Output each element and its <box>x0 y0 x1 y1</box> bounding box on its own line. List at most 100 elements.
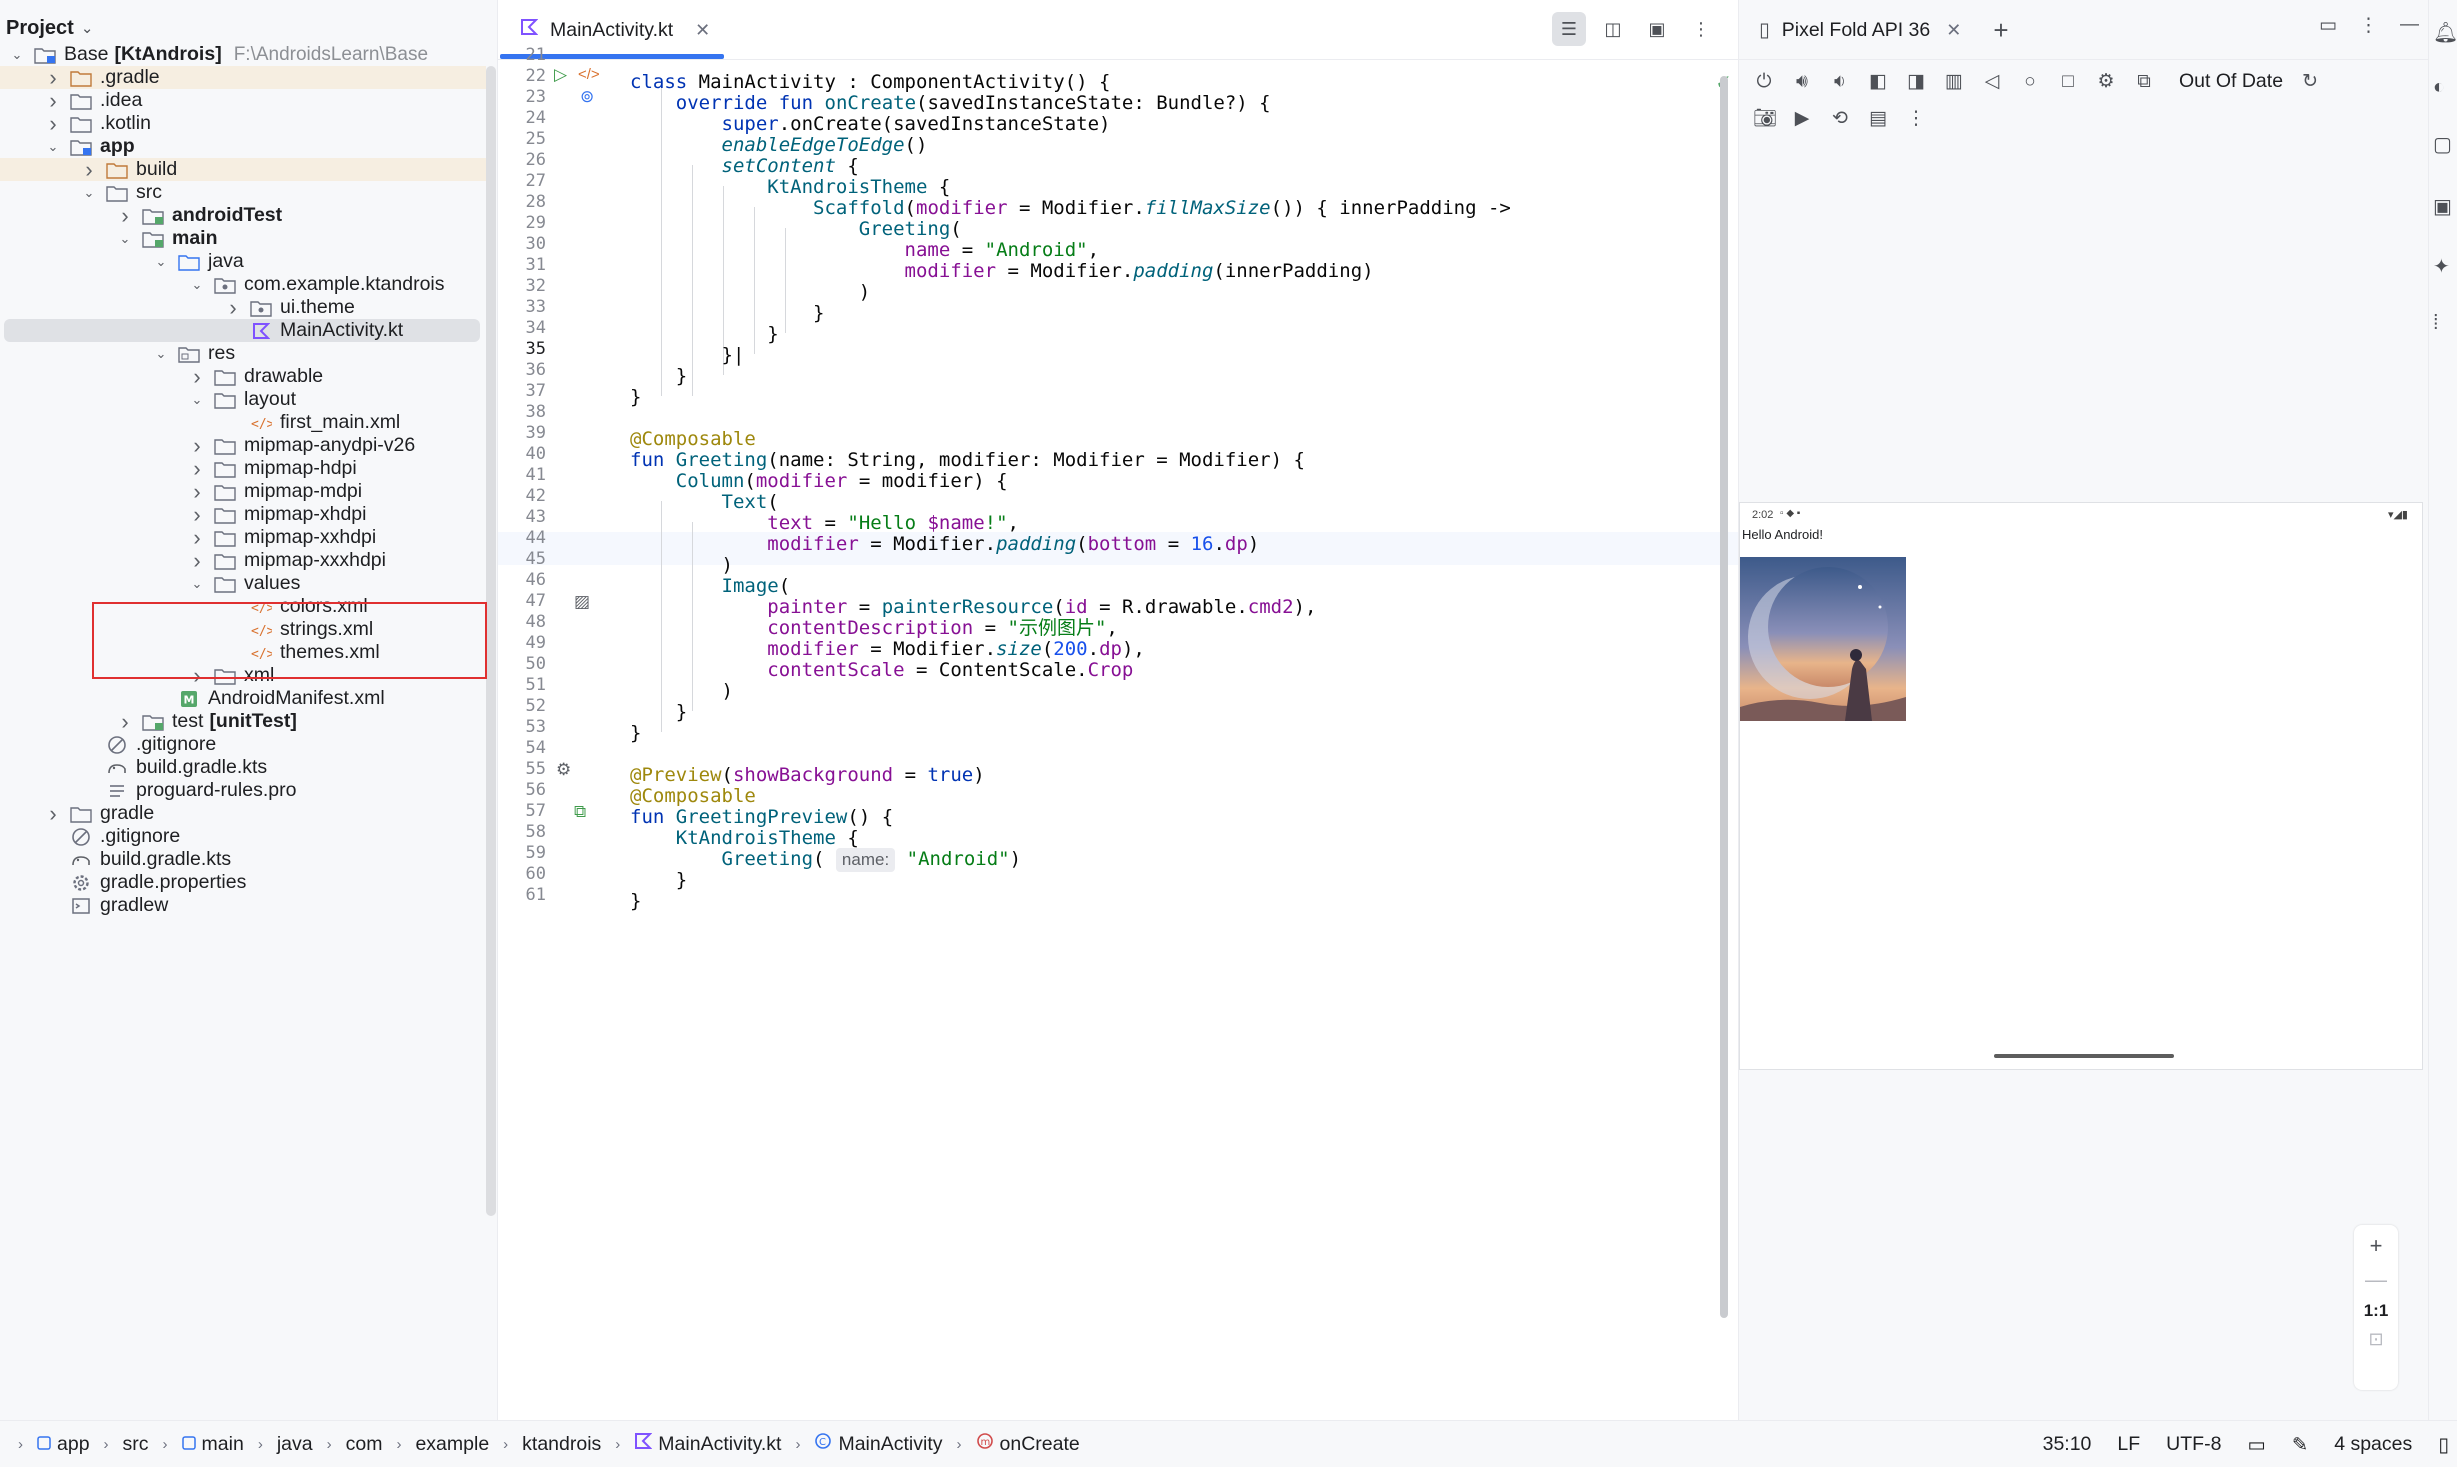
tree-item[interactable]: ›proguard-rules.pro <box>0 779 486 802</box>
layout-icon[interactable]: ▭ <box>2319 14 2337 37</box>
tree-item[interactable]: ›MainActivity.kt <box>4 319 480 342</box>
chevron-down-icon[interactable]: ⌄ <box>114 231 136 247</box>
tree-item[interactable]: ›.gitignore <box>0 825 486 848</box>
breadcrumb-item[interactable]: MainActivity.kt <box>634 1432 781 1456</box>
tree-item[interactable]: › ui.theme <box>0 295 486 321</box>
fold-icon[interactable]: ▥ <box>1943 70 1965 93</box>
volume-up-icon[interactable]: 🔊︎ <box>1791 71 1813 93</box>
reset-icon[interactable]: ⟲ <box>1829 107 1851 130</box>
chevron-right-icon[interactable]: › <box>42 801 64 827</box>
file-encoding[interactable]: UTF-8 <box>2166 1433 2221 1456</box>
chevron-down-icon[interactable]: ⌄ <box>186 277 208 293</box>
mirror-icon[interactable]: ⧉ <box>2133 71 2155 93</box>
xml-tag-icon[interactable]: </> <box>578 66 600 83</box>
tree-item[interactable]: ⌄ main <box>0 227 486 250</box>
chevron-right-icon[interactable]: › <box>114 709 136 735</box>
run-icon[interactable]: ▷ <box>554 65 567 85</box>
gemini-icon[interactable]: ✦ <box>2433 254 2450 279</box>
tree-item[interactable]: ›</>first_main.xml <box>0 411 486 434</box>
tree-item[interactable]: ⌄ layout <box>0 388 486 411</box>
tree-item[interactable]: › androidTest <box>0 203 486 228</box>
tree-item[interactable]: ›</>themes.xml <box>0 641 486 664</box>
tree-item[interactable]: ›build.gradle.kts <box>0 848 486 871</box>
image-preview-icon[interactable]: ▨ <box>574 592 590 612</box>
code-mode-icon[interactable]: ☰ <box>1552 12 1586 46</box>
zoom-out-icon[interactable]: — <box>2365 1267 2387 1293</box>
tree-item[interactable]: ›gradlew <box>0 894 486 917</box>
editor-scrollbar[interactable] <box>1720 76 1728 1318</box>
tree-item[interactable]: › drawable <box>0 364 486 389</box>
run-preview-icon[interactable]: ⧉ <box>574 802 586 822</box>
breadcrumb-item[interactable]: example <box>415 1433 489 1456</box>
tree-item[interactable]: › .kotlin <box>0 111 486 137</box>
volume-down-icon[interactable]: 🔉︎ <box>1829 71 1851 93</box>
chevron-down-icon[interactable]: ⌄ <box>150 346 172 362</box>
home-icon[interactable]: ○ <box>2019 71 2041 93</box>
breadcrumb-item[interactable]: src <box>123 1433 149 1456</box>
device-screen[interactable]: 2:02 ▫ ◆ ▪ ▾◢▮ Hello Android! <box>1739 502 2423 1070</box>
project-title[interactable]: Project <box>6 17 74 40</box>
tree-item[interactable]: › mipmap-xxhdpi <box>0 525 486 550</box>
caret-position[interactable]: 35:10 <box>2043 1433 2092 1456</box>
code-area[interactable]: class MainActivity : ComponentActivity()… <box>626 60 1726 1420</box>
camera-icon[interactable]: 📷︎ <box>1753 106 1777 130</box>
gradle-icon[interactable]: ◐ <box>2433 76 2445 99</box>
settings-gear-icon[interactable]: ⚙ <box>556 760 571 780</box>
notifications-icon[interactable]: 🔔︎ <box>2433 20 2457 45</box>
tree-item[interactable]: › mipmap-anydpi-v26 <box>0 433 486 458</box>
overview-icon[interactable]: □ <box>2057 71 2079 93</box>
zoom-fit-icon[interactable]: ⊡ <box>2368 1329 2383 1350</box>
memory-indicator-icon[interactable]: ▯ <box>2438 1433 2449 1457</box>
tree-item[interactable]: › mipmap-xxxhdpi <box>0 548 486 574</box>
breadcrumb-item[interactable]: main <box>181 1433 244 1456</box>
tree-item[interactable]: ⌄ java <box>0 250 486 273</box>
breadcrumb-item[interactable]: ktandrois <box>522 1433 601 1456</box>
chevron-right-icon[interactable]: › <box>186 548 208 574</box>
more-options-icon[interactable]: ⋮ <box>1684 12 1718 46</box>
record-icon[interactable]: ▶ <box>1791 107 1813 130</box>
tree-item[interactable]: › mipmap-hdpi <box>0 456 486 481</box>
tree-item[interactable]: ⌄ Base [KtAndrois] F:\AndroidsLearn\Base <box>0 43 486 66</box>
override-icon[interactable]: ⊚ <box>580 87 594 107</box>
close-icon[interactable]: ✕ <box>1946 20 1961 41</box>
readonly-toggle-icon[interactable]: ▭ <box>2247 1433 2265 1457</box>
chevron-right-icon[interactable]: › <box>42 111 64 137</box>
tree-item[interactable]: ⌄ values <box>0 572 486 595</box>
design-mode-icon[interactable]: ▣ <box>1640 12 1674 46</box>
code-style-icon[interactable]: ✎ <box>2292 1433 2308 1457</box>
tree-item[interactable]: › gradle <box>0 801 486 827</box>
tree-scrollbar[interactable] <box>486 66 496 1216</box>
breadcrumb-item[interactable]: java <box>277 1433 313 1456</box>
tree-item[interactable]: › xml <box>0 663 486 688</box>
breadcrumb-item[interactable]: com <box>346 1433 383 1456</box>
device-settings-icon[interactable]: ⚙ <box>2095 70 2117 93</box>
chevron-down-icon[interactable]: ⌄ <box>78 185 100 201</box>
more-options-icon[interactable]: ⋮ <box>2359 14 2378 37</box>
line-separator[interactable]: LF <box>2117 1433 2140 1456</box>
tree-item[interactable]: ⌄ res <box>0 342 486 365</box>
rotate-left-icon[interactable]: ◧ <box>1867 70 1889 93</box>
minimize-icon[interactable]: — <box>2400 14 2419 37</box>
indent-setting[interactable]: 4 spaces <box>2334 1433 2412 1456</box>
breadcrumb-item[interactable]: app <box>37 1433 90 1456</box>
display-icon[interactable]: ▤ <box>1867 107 1889 130</box>
chevron-down-icon[interactable]: ⌄ <box>186 392 208 408</box>
back-icon[interactable]: ◁ <box>1981 70 2003 93</box>
tree-item[interactable]: ⌄ src <box>0 181 486 204</box>
tree-item[interactable]: ›.gitignore <box>0 733 486 756</box>
tree-item[interactable]: › build <box>0 157 486 183</box>
tree-item[interactable]: ⌄ app <box>0 135 486 158</box>
chevron-down-icon[interactable]: ⌄ <box>186 576 208 592</box>
more-options-icon[interactable]: ⋮ <box>1905 107 1927 130</box>
tree-item[interactable]: ›</>strings.xml <box>0 618 486 641</box>
breadcrumb-item[interactable]: C MainActivity <box>814 1432 943 1456</box>
rotate-right-icon[interactable]: ◨ <box>1905 70 1927 93</box>
gesture-nav-bar[interactable] <box>1994 1054 2174 1058</box>
chevron-right-icon[interactable]: › <box>222 295 244 321</box>
tree-item[interactable]: › mipmap-xhdpi <box>0 502 486 527</box>
tree-item[interactable]: ›build.gradle.kts <box>0 756 486 779</box>
zoom-actual-size-button[interactable]: 1:1 <box>2364 1301 2389 1321</box>
chevron-right-icon[interactable]: › <box>78 157 100 183</box>
chevron-down-icon[interactable]: ⌄ <box>6 47 28 63</box>
power-icon[interactable]: ⏻ <box>1753 71 1775 93</box>
